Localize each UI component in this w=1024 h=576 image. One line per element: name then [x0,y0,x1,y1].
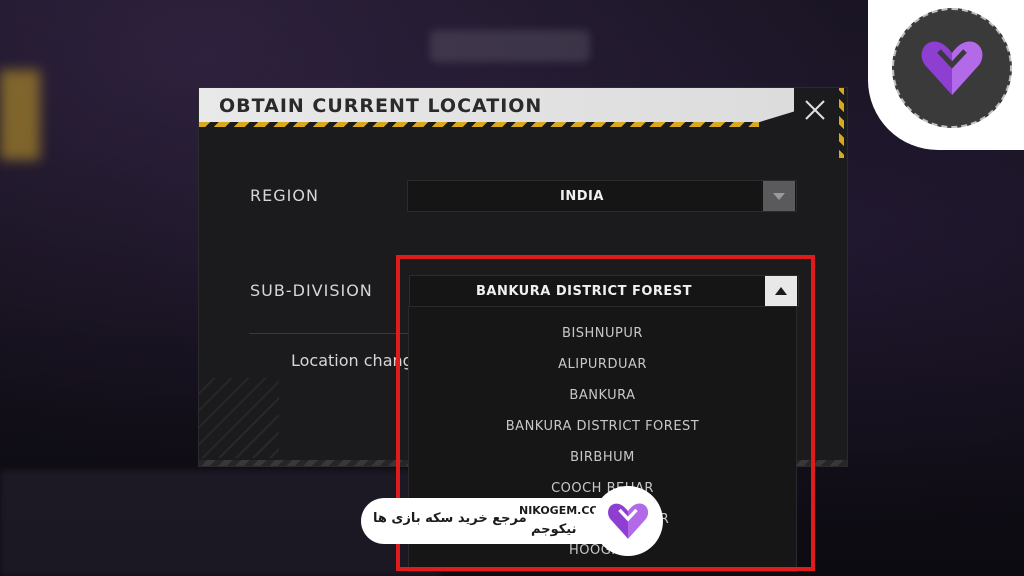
option-alipurduar[interactable]: ALIPURDUAR [409,349,796,380]
heart-logo-icon [921,41,983,95]
close-button[interactable] [801,96,829,124]
chevron-up-icon [765,276,797,306]
background-blur-yellow [0,70,40,160]
heart-logo-small-icon [608,503,648,539]
watermark-banner: NIKOGEM.COM مرجع خرید سکه بازی ها نیکوجم [361,498,623,544]
subdivision-value: BANKURA DISTRICT FOREST [475,283,693,299]
decorative-lines [199,378,279,458]
region-value: INDIA [560,188,604,204]
option-bankura[interactable]: BANKURA [409,380,796,411]
subdivision-label: SUB-DIVISION [250,281,373,300]
watermark-tagline: مرجع خرید سکه بازی ها [373,511,527,526]
subdivision-dropdown-toggle[interactable] [764,276,798,306]
subdivision-select[interactable]: BANKURA DISTRICT FOREST [409,275,799,307]
region-label: REGION [250,186,319,205]
option-birbhum[interactable]: BIRBHUM [409,442,796,473]
watermark-logo-badge [892,8,1012,128]
location-change-note: Location chang [291,351,409,370]
option-bishnupur[interactable]: BISHNUPUR [409,318,796,349]
close-icon [805,100,825,120]
background-blur-top [430,30,590,62]
region-select[interactable]: INDIA [407,180,797,212]
header-hazard-stripe [199,122,759,127]
dialog-title: OBTAIN CURRENT LOCATION [219,95,543,117]
side-hazard-stripe [839,88,844,158]
section-divider [249,333,409,334]
watermark-banner-logo [593,486,663,556]
watermark-brand: نیکوجم [531,522,577,537]
region-dropdown-toggle[interactable] [762,181,796,211]
chevron-down-icon [763,181,795,211]
dialog-header: OBTAIN CURRENT LOCATION [199,88,794,126]
option-bankura-district-forest[interactable]: BANKURA DISTRICT FOREST [409,411,796,442]
